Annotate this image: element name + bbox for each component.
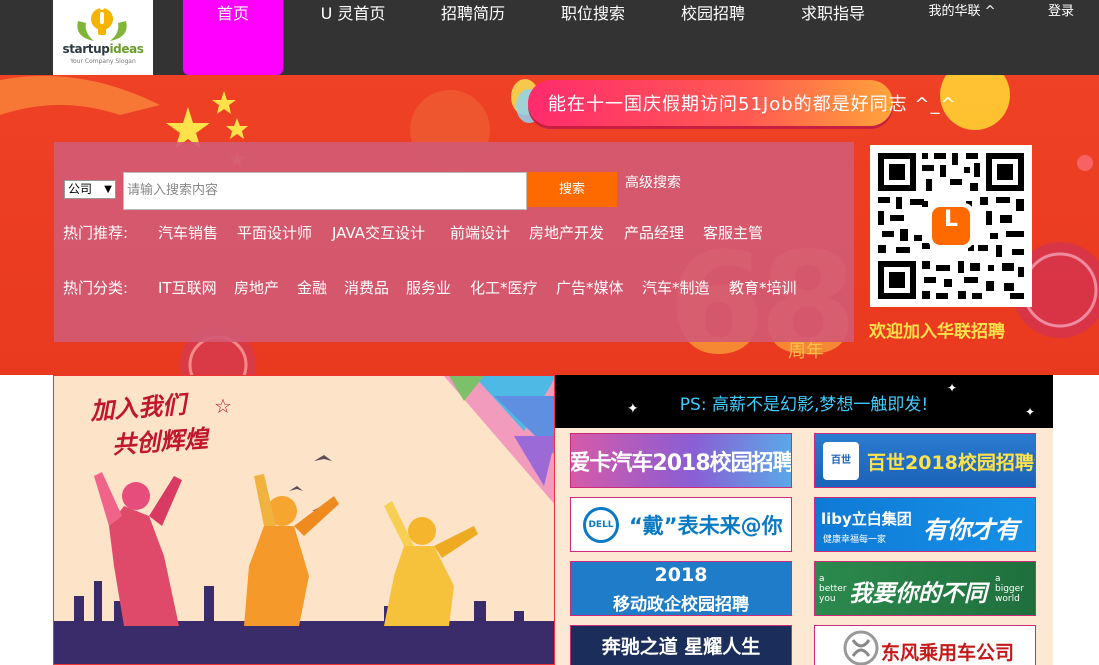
logo-slogan: Your Company Slogan — [70, 58, 136, 65]
nav-home[interactable]: 首页 — [183, 0, 283, 75]
hot-category-link[interactable]: IT互联网 — [158, 277, 217, 298]
tile-different-left-note: a better you — [819, 574, 847, 604]
nav-u-ling-home[interactable]: U 灵首页 — [303, 0, 403, 75]
tile-dongfeng-text: 东风乘用车公司 — [881, 642, 1015, 664]
lightbulb-hands-logo-icon — [77, 6, 127, 41]
hot-recommend-link[interactable]: JAVA交互设计 — [332, 222, 425, 243]
hot-category-link[interactable]: 房地产 — [234, 277, 279, 298]
nav-career-guide[interactable]: 求职指导 — [783, 0, 883, 75]
search-type-value: 公司 — [68, 182, 93, 196]
hot-recommend-link[interactable]: 前端设计 — [450, 222, 510, 243]
qr-caption: 欢迎加入华联招聘 — [869, 322, 1005, 342]
tile-benz-text: 奔驰之道 星耀人生 — [601, 636, 761, 658]
hot-category-link[interactable]: 汽车*制造 — [642, 277, 710, 298]
hot-category-link[interactable]: 服务业 — [406, 277, 451, 298]
hot-recommend-label: 热门推荐: — [63, 224, 129, 242]
hot-category-link[interactable]: 广告*媒体 — [556, 277, 624, 298]
dropdown-arrow-icon: ▼ — [104, 184, 112, 195]
tile-best-express[interactable]: 百世 百世2018校园招聘会 — [814, 433, 1036, 488]
tile-different-text: 我要你的不同 — [849, 581, 987, 607]
nav-my-hualian-dropdown[interactable]: 我的华联 ^ — [912, 0, 1012, 75]
search-type-select[interactable]: 公司 ▼ — [64, 180, 116, 199]
nav-login[interactable]: 登录 — [1032, 0, 1090, 75]
ps-slogan-bar: ✦ ✦ ✦ PS: 高薪不是幻影,梦想一触即发! — [555, 375, 1053, 428]
tile-different[interactable]: a better you 我要你的不同 a bigger world — [814, 561, 1036, 616]
liby-logo: liby立白集团 — [821, 510, 912, 528]
tile-dongfeng[interactable]: 东风乘用车公司 — [814, 625, 1036, 665]
tile-mobile-gov-year: 2018 — [654, 564, 708, 586]
tile-benz[interactable]: 奔驰之道 星耀人生 — [570, 625, 792, 665]
liby-sub-slogan: 健康幸福每一家 — [823, 535, 887, 545]
campus-recruit-panel: ✦ ✦ ✦ PS: 高薪不是幻影,梦想一触即发! 爱卡汽车2018校园招聘 百世… — [555, 375, 1053, 665]
hot-recommend-link[interactable]: 产品经理 — [624, 222, 684, 243]
search-input[interactable]: 请输入搜索内容 — [123, 172, 527, 210]
dongfeng-logo-icon — [843, 630, 879, 665]
recruit-poster[interactable]: 加入我们 共创辉煌 ☆ — [53, 375, 555, 665]
hot-recommend-link[interactable]: 客服主管 — [703, 222, 763, 243]
tile-mobile-gov[interactable]: 2018 移动政企校园招聘 — [570, 561, 792, 616]
announcement-ribbon: 能在十一国庆假期访问51Job的都是好同志 ^_^ — [528, 80, 956, 126]
hot-category-link[interactable]: 教育*培训 — [729, 277, 797, 298]
hero-banner: 能在十一国庆假期访问51Job的都是好同志 ^_^ 68 周年 公司 ▼ 请输入… — [0, 75, 1099, 375]
nav-resume[interactable]: 招聘简历 — [423, 0, 523, 75]
tile-dell[interactable]: DELL “戴”表未来@你 — [570, 497, 792, 552]
tile-aika-auto[interactable]: 爱卡汽车2018校园招聘 — [570, 433, 792, 488]
announcement-text: 能在十一国庆假期访问51Job的都是好同志 ^_^ — [548, 94, 957, 115]
search-panel: 公司 ▼ 请输入搜索内容 搜索 高级搜索 热门推荐: 汽车销售 平面设计师 JA… — [54, 142, 854, 342]
hot-recommend-link[interactable]: 汽车销售 — [158, 222, 218, 243]
logo-wordmark: startupideas — [62, 42, 144, 56]
qr-code: L — [870, 145, 1032, 307]
star-icon: ☆ — [214, 394, 232, 418]
site-logo[interactable]: startupideas Your Company Slogan — [53, 0, 153, 75]
nav-campus-recruit[interactable]: 校园招聘 — [663, 0, 763, 75]
tile-dell-text: “戴”表未来@你 — [629, 514, 783, 538]
nav-job-search[interactable]: 职位搜索 — [543, 0, 643, 75]
ps-slogan-text: PS: 高薪不是幻影,梦想一触即发! — [679, 395, 929, 415]
hot-category-link[interactable]: 金融 — [297, 277, 327, 298]
advanced-search-link[interactable]: 高级搜索 — [625, 172, 681, 207]
dell-logo-icon: DELL — [583, 507, 619, 543]
best-logo: 百世 — [823, 442, 859, 480]
tile-different-right-note: a bigger world — [995, 574, 1024, 604]
poster-title-line2: 共创辉煌 — [111, 424, 210, 460]
tile-best-express-text: 百世2018校园招聘会 — [867, 452, 1036, 474]
qr-center-logo: L — [943, 207, 959, 232]
hot-recommend-link[interactable]: 平面设计师 — [237, 222, 312, 243]
hot-category-link[interactable]: 消费品 — [344, 277, 389, 298]
hot-category-link[interactable]: 化工*医疗 — [470, 277, 538, 298]
search-button[interactable]: 搜索 — [527, 172, 617, 207]
tile-mobile-gov-text: 移动政企校园招聘 — [613, 595, 749, 615]
hot-recommend-link[interactable]: 房地产开发 — [529, 222, 604, 243]
tile-liby[interactable]: liby立白集团 健康幸福每一家 有你才有 — [814, 497, 1036, 552]
tile-aika-auto-text: 爱卡汽车2018校园招聘 — [570, 450, 792, 476]
tile-liby-text: 有你才有 — [923, 516, 1019, 544]
hot-category-label: 热门分类: — [63, 279, 129, 297]
top-nav-bar: startupideas Your Company Slogan 首页 U 灵首… — [0, 0, 1099, 75]
